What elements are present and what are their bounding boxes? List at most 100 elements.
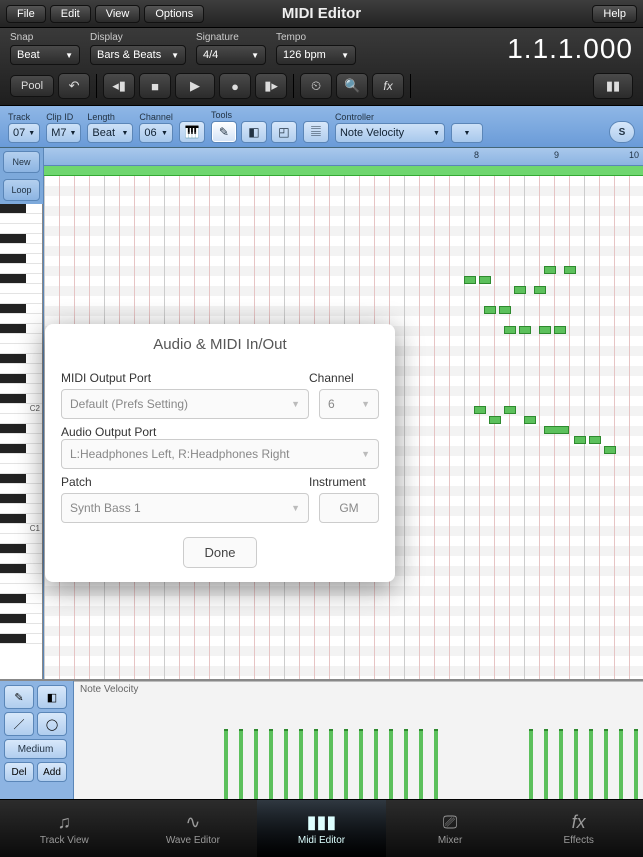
midi-note[interactable]	[499, 306, 511, 314]
velocity-bar[interactable]	[434, 729, 438, 799]
midi-note[interactable]	[604, 446, 616, 454]
patch-select[interactable]: Synth Bass 1	[61, 493, 309, 523]
display-select[interactable]: Bars & Beats	[90, 45, 186, 65]
tab-wave-editor[interactable]: ∿Wave Editor	[129, 800, 258, 857]
midi-note[interactable]	[544, 266, 556, 274]
bars-tool-icon[interactable]: 𝄚	[303, 121, 329, 143]
tab-midi-editor[interactable]: ▮▮▮Midi Editor	[257, 800, 386, 857]
controller-select[interactable]: Note Velocity	[335, 123, 445, 143]
menu-view[interactable]: View	[95, 5, 141, 23]
velocity-bar[interactable]	[254, 729, 258, 799]
loop-button[interactable]: Loop	[3, 179, 40, 201]
velocity-bar[interactable]	[239, 729, 243, 799]
snap-select[interactable]: Beat	[10, 45, 80, 65]
solo-button[interactable]: S	[609, 121, 635, 143]
velocity-bar[interactable]	[559, 729, 563, 799]
velocity-bar[interactable]	[374, 729, 378, 799]
undo-button[interactable]: ↶	[58, 73, 90, 99]
velocity-bar[interactable]	[344, 729, 348, 799]
midi-note[interactable]	[534, 286, 546, 294]
midi-note[interactable]	[504, 406, 516, 414]
midi-note[interactable]	[464, 276, 476, 284]
velocity-bar[interactable]	[404, 729, 408, 799]
midi-note[interactable]	[519, 326, 531, 334]
midi-note[interactable]	[479, 276, 491, 284]
piano-keyboard[interactable]: C2C1	[0, 204, 43, 679]
ruler-mark: 8	[474, 150, 479, 160]
velocity-bar[interactable]	[284, 729, 288, 799]
menu-help[interactable]: Help	[592, 5, 637, 23]
midi-note[interactable]	[554, 326, 566, 334]
midi-port-select[interactable]: Default (Prefs Setting)	[61, 389, 309, 419]
signature-select[interactable]: 4/4	[196, 45, 266, 65]
controller-extra-select[interactable]	[451, 123, 483, 143]
rewind-button[interactable]: ◂▮	[103, 73, 135, 99]
play-button[interactable]: ▶	[175, 73, 215, 99]
fx-button[interactable]: fx	[372, 73, 404, 99]
midi-note[interactable]	[589, 436, 601, 444]
midi-channel-select[interactable]: 6	[319, 389, 379, 419]
pool-button[interactable]: Pool	[10, 75, 54, 97]
velocity-bar[interactable]	[419, 729, 423, 799]
binoculars-icon[interactable]: ▮▮	[593, 73, 633, 99]
velocity-bar[interactable]	[589, 729, 593, 799]
menu-options[interactable]: Options	[144, 5, 204, 23]
piano-tool-icon[interactable]: 🎹	[179, 121, 205, 143]
tempo-select[interactable]: 126 bpm	[276, 45, 356, 65]
velocity-bar[interactable]	[329, 729, 333, 799]
velocity-bar[interactable]	[604, 729, 608, 799]
channel-select[interactable]: 06	[139, 123, 173, 143]
loop-region[interactable]	[44, 166, 643, 176]
instrument-select[interactable]: GM	[319, 493, 379, 523]
midi-note[interactable]	[474, 406, 486, 414]
tab-mixer[interactable]: ⎚Mixer	[386, 800, 515, 857]
velocity-bar[interactable]	[224, 729, 228, 799]
tab-track-view[interactable]: ♫Track View	[0, 800, 129, 857]
vel-size-button[interactable]: Medium	[4, 739, 67, 759]
zoom-icon[interactable]: 🔍	[336, 73, 368, 99]
select-tool-icon[interactable]: ◰	[271, 121, 297, 143]
vel-del-button[interactable]: Del	[4, 762, 34, 782]
vel-add-button[interactable]: Add	[37, 762, 67, 782]
record-button[interactable]: ●	[219, 73, 251, 99]
velocity-bar[interactable]	[299, 729, 303, 799]
vel-pencil-icon[interactable]: ✎	[4, 685, 34, 709]
velocity-bar[interactable]	[529, 729, 533, 799]
clipid-select[interactable]: M7	[46, 123, 81, 143]
midi-note[interactable]	[514, 286, 526, 294]
vel-eraser-icon[interactable]: ◧	[37, 685, 67, 709]
velocity-bar[interactable]	[634, 729, 638, 799]
new-clip-button[interactable]: New	[3, 151, 40, 173]
velocity-bar[interactable]	[544, 729, 548, 799]
done-button[interactable]: Done	[183, 537, 256, 568]
menu-file[interactable]: File	[6, 5, 46, 23]
velocity-bar[interactable]	[574, 729, 578, 799]
velocity-bar[interactable]	[619, 729, 623, 799]
velocity-bar[interactable]	[359, 729, 363, 799]
midi-note[interactable]	[544, 426, 569, 434]
midi-note[interactable]	[484, 306, 496, 314]
velocity-grid[interactable]: Note Velocity	[74, 681, 643, 799]
midi-note[interactable]	[564, 266, 576, 274]
forward-button[interactable]: ▮▸	[255, 73, 287, 99]
vel-color-icon[interactable]: ◯	[37, 712, 67, 736]
velocity-bar[interactable]	[314, 729, 318, 799]
velocity-bar[interactable]	[389, 729, 393, 799]
midi-note[interactable]	[539, 326, 551, 334]
velocity-bar[interactable]	[269, 729, 273, 799]
pencil-tool-icon[interactable]: ✎	[211, 121, 237, 143]
time-ruler[interactable]: 8 9 10	[44, 148, 643, 166]
midi-note[interactable]	[524, 416, 536, 424]
tab-effects[interactable]: fxEffects	[514, 800, 643, 857]
metronome-icon[interactable]: ⏲	[300, 73, 332, 99]
midi-note[interactable]	[489, 416, 501, 424]
menu-edit[interactable]: Edit	[50, 5, 91, 23]
midi-note[interactable]	[504, 326, 516, 334]
vel-line-icon[interactable]: ／	[4, 712, 34, 736]
stop-button[interactable]: ■	[139, 73, 171, 99]
eraser-tool-icon[interactable]: ◧	[241, 121, 267, 143]
track-select[interactable]: 07	[8, 123, 40, 143]
midi-note[interactable]	[574, 436, 586, 444]
length-select[interactable]: Beat	[87, 123, 133, 143]
audio-port-select[interactable]: L:Headphones Left, R:Headphones Right	[61, 439, 379, 469]
